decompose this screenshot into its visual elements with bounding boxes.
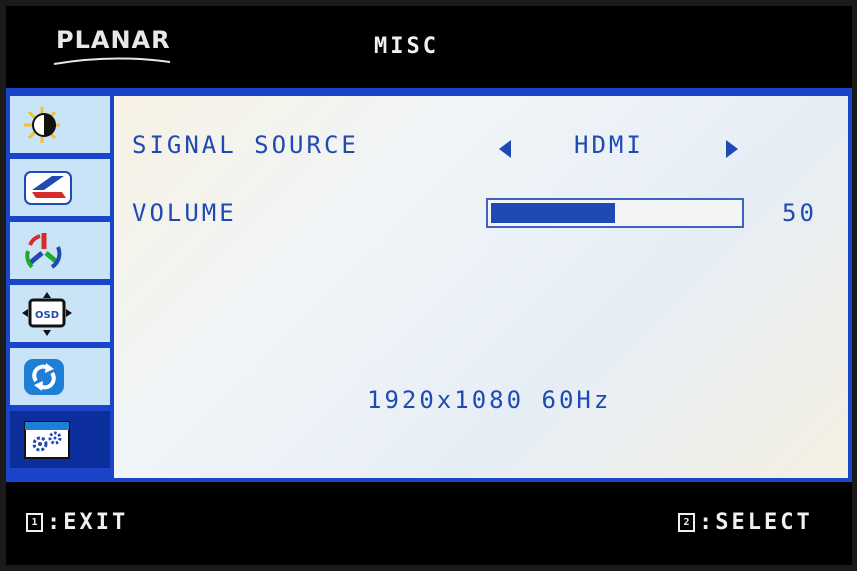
osd-menu: PLANAR MISC OSD SIGNAL SOURCE HDMI VOLUM… (6, 6, 852, 565)
key-2-icon: 2 (678, 513, 695, 532)
volume-slider-fill (491, 203, 615, 223)
arrow-left-icon[interactable] (499, 140, 511, 158)
exit-label: :EXIT (47, 510, 129, 535)
svg-text:OSD: OSD (35, 310, 59, 321)
select-label: :SELECT (699, 510, 813, 535)
osd-header: PLANAR MISC (6, 6, 852, 88)
key-1-icon: 1 (26, 513, 43, 532)
color-rgb-icon (25, 232, 62, 269)
sidebar-item-color[interactable] (10, 222, 110, 282)
volume-slider[interactable] (486, 198, 744, 228)
misc-panel: SIGNAL SOURCE HDMI VOLUME 50 1920x1080 6… (114, 96, 848, 478)
sidebar-item-reset[interactable] (10, 348, 110, 408)
misc-gear-icon (24, 420, 70, 459)
osd-icon: OSD (22, 291, 72, 336)
signal-source-value[interactable]: HDMI (574, 131, 644, 159)
brightness-contrast-icon (24, 106, 60, 143)
arrow-right-icon[interactable] (726, 140, 738, 158)
geometry-icon (24, 170, 72, 205)
logo-swoosh-icon (53, 57, 171, 65)
resolution-info: 1920x1080 60Hz (367, 386, 612, 414)
sidebar-item-osd[interactable]: OSD (10, 285, 110, 345)
brand-logo: PLANAR (56, 26, 171, 54)
sidebar: OSD (10, 96, 110, 478)
reset-icon (24, 358, 64, 395)
sidebar-item-geometry[interactable] (10, 159, 110, 219)
volume-value: 50 (782, 199, 817, 227)
select-hint: 2 :SELECT (678, 510, 813, 535)
osd-body: OSD SIGNAL SOURCE HDMI VOLUME 50 1920x10… (6, 88, 852, 482)
menu-title: MISC (374, 34, 439, 59)
signal-source-label: SIGNAL SOURCE (132, 131, 359, 159)
osd-footer: 1 :EXIT 2 :SELECT (6, 482, 852, 565)
volume-label: VOLUME (132, 199, 237, 227)
sidebar-item-misc[interactable] (10, 411, 110, 471)
sidebar-item-brightness-contrast[interactable] (10, 96, 110, 156)
exit-hint: 1 :EXIT (26, 510, 128, 535)
